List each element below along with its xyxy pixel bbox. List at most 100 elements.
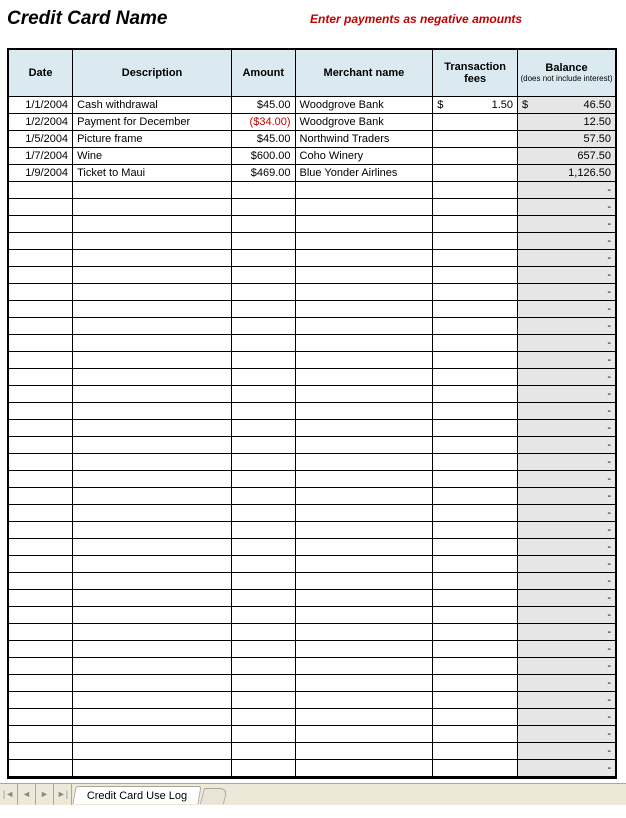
cell-amount[interactable] [231,436,295,453]
cell-merchant[interactable] [295,572,433,589]
cell-merchant[interactable] [295,368,433,385]
cell-description[interactable]: Picture frame [73,130,232,147]
cell-fees[interactable] [433,725,518,742]
cell-amount[interactable] [231,215,295,232]
cell-fees[interactable] [433,385,518,402]
cell-date[interactable] [9,657,73,674]
cell-fees[interactable] [433,470,518,487]
cell-description[interactable] [73,334,232,351]
cell-description[interactable]: Cash withdrawal [73,96,232,113]
cell-description[interactable]: Ticket to Maui [73,164,232,181]
cell-date[interactable] [9,283,73,300]
cell-description[interactable] [73,521,232,538]
cell-description[interactable] [73,691,232,708]
cell-description[interactable] [73,623,232,640]
cell-merchant[interactable] [295,385,433,402]
cell-date[interactable] [9,623,73,640]
cell-date[interactable] [9,708,73,725]
cell-merchant[interactable] [295,198,433,215]
cell-description[interactable] [73,249,232,266]
cell-fees[interactable] [433,164,518,181]
cell-merchant[interactable]: Northwind Traders [295,130,433,147]
cell-date[interactable] [9,317,73,334]
cell-description[interactable] [73,419,232,436]
cell-fees[interactable] [433,708,518,725]
cell-fees[interactable] [433,147,518,164]
cell-description[interactable] [73,674,232,691]
cell-description[interactable] [73,436,232,453]
cell-fees[interactable] [433,317,518,334]
cell-description[interactable] [73,708,232,725]
cell-merchant[interactable] [295,402,433,419]
cell-merchant[interactable] [295,555,433,572]
cell-date[interactable] [9,521,73,538]
cell-merchant[interactable] [295,742,433,759]
cell-amount[interactable] [231,521,295,538]
cell-fees[interactable] [433,487,518,504]
cell-date[interactable] [9,232,73,249]
cell-fees[interactable]: $1.50 [433,96,518,113]
cell-amount[interactable]: $600.00 [231,147,295,164]
cell-date[interactable] [9,181,73,198]
cell-amount[interactable] [231,674,295,691]
cell-amount[interactable] [231,317,295,334]
cell-amount[interactable] [231,691,295,708]
cell-date[interactable] [9,487,73,504]
cell-merchant[interactable] [295,487,433,504]
cell-description[interactable] [73,572,232,589]
cell-fees[interactable] [433,453,518,470]
cell-merchant[interactable] [295,708,433,725]
cell-merchant[interactable] [295,215,433,232]
cell-amount[interactable] [231,725,295,742]
cell-fees[interactable] [433,130,518,147]
cell-merchant[interactable] [295,623,433,640]
cell-date[interactable] [9,419,73,436]
cell-merchant[interactable] [295,640,433,657]
cell-merchant[interactable]: Coho Winery [295,147,433,164]
cell-description[interactable] [73,198,232,215]
cell-merchant[interactable]: Blue Yonder Airlines [295,164,433,181]
cell-description[interactable] [73,453,232,470]
cell-date[interactable] [9,436,73,453]
cell-description[interactable] [73,759,232,776]
cell-description[interactable] [73,402,232,419]
cell-date[interactable] [9,385,73,402]
cell-merchant[interactable] [295,419,433,436]
cell-date[interactable]: 1/2/2004 [9,113,73,130]
cell-date[interactable] [9,759,73,776]
nav-prev-icon[interactable]: ◄ [18,784,36,805]
cell-fees[interactable] [433,606,518,623]
cell-amount[interactable] [231,419,295,436]
cell-amount[interactable] [231,759,295,776]
cell-amount[interactable] [231,334,295,351]
cell-fees[interactable] [433,742,518,759]
cell-date[interactable] [9,606,73,623]
cell-amount[interactable] [231,640,295,657]
cell-amount[interactable] [231,589,295,606]
cell-date[interactable] [9,249,73,266]
cell-amount[interactable] [231,453,295,470]
cell-merchant[interactable] [295,300,433,317]
cell-description[interactable] [73,181,232,198]
cell-date[interactable] [9,640,73,657]
cell-fees[interactable] [433,249,518,266]
cell-date[interactable] [9,538,73,555]
cell-amount[interactable]: $45.00 [231,130,295,147]
cell-description[interactable] [73,300,232,317]
cell-description[interactable] [73,283,232,300]
cell-amount[interactable] [231,368,295,385]
cell-fees[interactable] [433,759,518,776]
cell-fees[interactable] [433,555,518,572]
cell-fees[interactable] [433,351,518,368]
cell-description[interactable]: Wine [73,147,232,164]
cell-amount[interactable] [231,402,295,419]
cell-merchant[interactable] [295,470,433,487]
cell-merchant[interactable] [295,453,433,470]
cell-merchant[interactable] [295,436,433,453]
cell-amount[interactable] [231,742,295,759]
cell-fees[interactable] [433,538,518,555]
cell-date[interactable] [9,555,73,572]
cell-merchant[interactable] [295,181,433,198]
cell-date[interactable]: 1/9/2004 [9,164,73,181]
cell-description[interactable]: Payment for December [73,113,232,130]
